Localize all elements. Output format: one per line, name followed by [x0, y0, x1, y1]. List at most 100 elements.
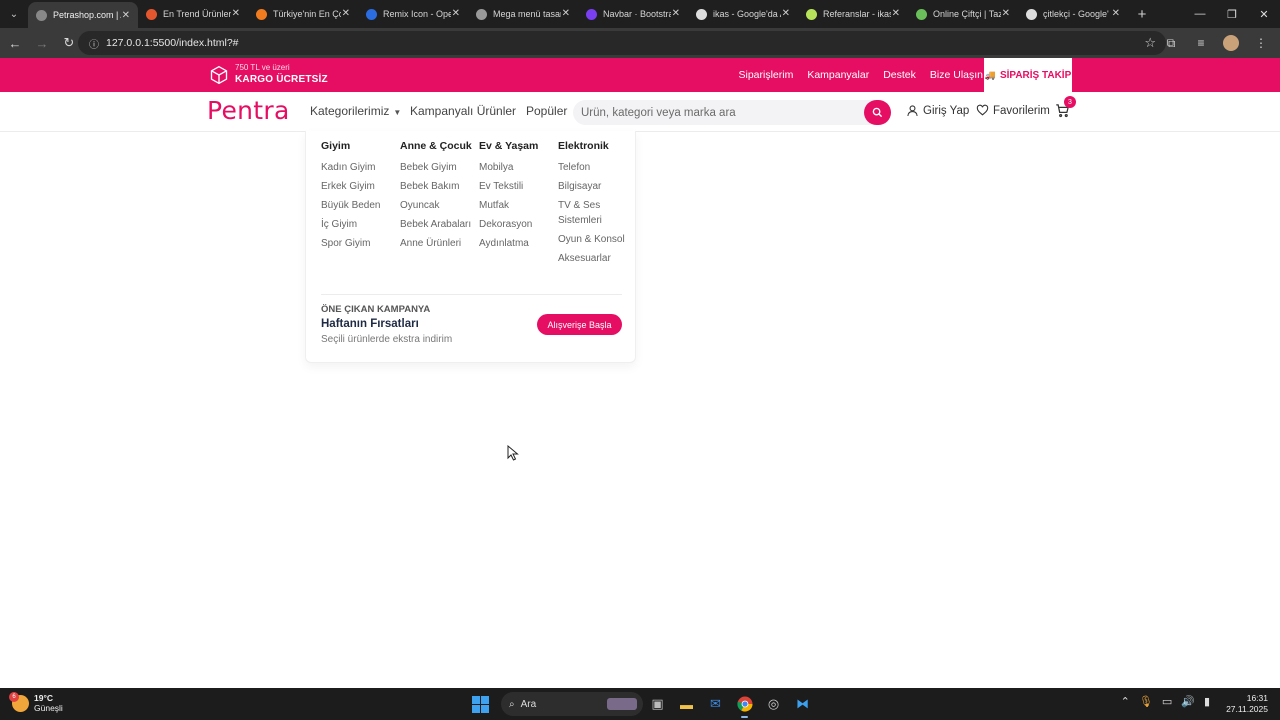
mega-menu-link[interactable]: Anne Ürünleri: [400, 236, 476, 251]
maximize-button[interactable]: ❐: [1216, 0, 1248, 28]
file-explorer-icon[interactable]: ▬: [672, 692, 701, 716]
favorites-link[interactable]: Favorilerim: [976, 104, 1050, 117]
temperature: 19°C: [34, 693, 53, 703]
browser-tab[interactable]: Türkiye'nin En Ço ✕: [248, 0, 358, 28]
mega-menu-link[interactable]: Büyük Beden: [321, 198, 397, 213]
shipping-threshold: 750 TL ve üzeri: [235, 63, 290, 72]
mega-menu-link[interactable]: Bilgisayar: [558, 179, 628, 194]
campaigns-link[interactable]: Kampanyalar: [807, 69, 869, 81]
new-tab-button[interactable]: +: [1128, 6, 1156, 23]
tab-favicon-icon: [256, 8, 267, 20]
taskbar-search-label: Ara: [520, 698, 537, 710]
search-input[interactable]: [573, 100, 853, 125]
mega-menu-link[interactable]: Aksesuarlar: [558, 251, 628, 266]
search-icon: ⌕: [509, 698, 515, 710]
weather-condition: Güneşli: [34, 703, 63, 713]
close-tab-icon[interactable]: ✕: [562, 8, 570, 19]
tab-title: Remix Icon - Ope: [383, 9, 451, 19]
mega-menu-link[interactable]: Dekorasyon: [479, 217, 555, 232]
close-tab-icon[interactable]: ✕: [232, 8, 240, 19]
browser-tab[interactable]: Referanslar - ikas ✕: [798, 0, 908, 28]
browser-tab[interactable]: Remix Icon - Ope ✕: [358, 0, 468, 28]
close-tab-icon[interactable]: ✕: [672, 8, 680, 19]
mega-menu-column-title[interactable]: Elektronik: [558, 141, 628, 152]
tab-favicon-icon: [916, 8, 927, 20]
site-info-icon[interactable]: ⓘ: [84, 36, 104, 51]
browser-tab[interactable]: ikas - Google'da A ✕: [688, 0, 798, 28]
mega-menu-link[interactable]: Oyun & Konsol: [558, 232, 628, 247]
site-logo[interactable]: Pentra: [207, 96, 290, 125]
vscode-icon[interactable]: ⧓: [788, 692, 817, 716]
mail-icon[interactable]: ✉: [701, 692, 730, 716]
minimize-button[interactable]: —: [1184, 0, 1216, 28]
tray-overflow-icon[interactable]: ⌃: [1121, 695, 1130, 708]
mega-menu-link[interactable]: Erkek Giyim: [321, 179, 397, 194]
mega-menu-link[interactable]: Bebek Arabaları: [400, 217, 476, 232]
windows-start-icon[interactable]: [472, 695, 489, 713]
tab-favicon-icon: [1026, 8, 1037, 20]
cart-button[interactable]: 3: [1055, 96, 1076, 123]
tab-search-button[interactable]: ⌄: [0, 0, 28, 28]
free-shipping-banner: 750 TL ve üzeri KARGO ÜCRETSİZ: [209, 63, 328, 86]
mega-menu-column-title[interactable]: Ev & Yaşam: [479, 141, 555, 152]
close-tab-icon[interactable]: ✕: [122, 10, 130, 21]
app-icon[interactable]: ◎: [759, 692, 788, 716]
order-tracking-button[interactable]: 🚚 SİPARİŞ TAKİP: [984, 58, 1072, 92]
mega-menu-column-title[interactable]: Giyim: [321, 141, 397, 152]
volume-icon[interactable]: 🔊: [1181, 695, 1195, 708]
mega-menu-link[interactable]: Oyuncak: [400, 198, 476, 213]
browser-tab[interactable]: Navbar · Bootstra ✕: [578, 0, 688, 28]
mega-menu-link[interactable]: İç Giyim: [321, 217, 397, 232]
close-tab-icon[interactable]: ✕: [892, 8, 900, 19]
categories-menu[interactable]: Kategorilerimiz ▼: [310, 104, 401, 118]
close-tab-icon[interactable]: ✕: [452, 8, 460, 19]
close-tab-icon[interactable]: ✕: [782, 8, 790, 19]
mega-menu-link[interactable]: Mobilya: [479, 160, 555, 175]
browser-tab[interactable]: Mega menü tasar ✕: [468, 0, 578, 28]
mega-menu-link[interactable]: Bebek Bakım: [400, 179, 476, 194]
close-tab-icon[interactable]: ✕: [1112, 8, 1120, 19]
microphone-icon[interactable]: 🎙: [1139, 695, 1153, 708]
browser-tab[interactable]: Petrashop.com | A ✕: [28, 2, 138, 28]
browser-tab[interactable]: çitlekçi - Google' ✕: [1018, 0, 1128, 28]
campaign-products-link[interactable]: Kampanyalı Ürünler: [410, 104, 516, 118]
mega-menu-link[interactable]: Bebek Giyim: [400, 160, 476, 175]
profile-avatar[interactable]: [1223, 35, 1239, 51]
login-link[interactable]: Giriş Yap: [906, 104, 969, 117]
mega-menu-link[interactable]: Ev Tekstili: [479, 179, 555, 194]
start-shopping-button[interactable]: Alışverişe Başla: [537, 314, 622, 335]
mega-menu-link[interactable]: TV & Ses Sistemleri: [558, 198, 628, 228]
search-button[interactable]: [864, 100, 891, 125]
close-tab-icon[interactable]: ✕: [1002, 8, 1010, 19]
mega-menu-link[interactable]: Spor Giyim: [321, 236, 397, 251]
popular-link[interactable]: Popüler: [526, 104, 567, 118]
address-bar[interactable]: ⓘ 127.0.0.1:5500/index.html?# ☆: [78, 31, 1166, 55]
browser-menu-icon[interactable]: ⋮: [1246, 31, 1276, 55]
browser-tab[interactable]: Online Çiftçi | Taz ✕: [908, 0, 1018, 28]
bookmark-star-icon[interactable]: ☆: [1144, 35, 1156, 51]
chrome-icon[interactable]: [730, 692, 759, 718]
contact-link[interactable]: Bize Ulaşın: [930, 69, 983, 81]
tab-title: çitlekçi - Google': [1043, 9, 1109, 19]
support-link[interactable]: Destek: [883, 69, 916, 81]
task-view-icon[interactable]: ▣: [643, 692, 672, 716]
browser-tab[interactable]: En Trend Ürünler ✕: [138, 0, 248, 28]
back-button[interactable]: ←: [3, 31, 27, 55]
battery-icon[interactable]: ▮: [1204, 695, 1210, 708]
weather-widget[interactable]: 6 19°C Güneşli: [9, 692, 63, 714]
system-clock[interactable]: 16:31 27.11.2025: [1226, 693, 1268, 715]
mega-menu-link[interactable]: Mutfak: [479, 198, 555, 213]
network-icon[interactable]: ▭: [1162, 695, 1172, 708]
mega-menu-link[interactable]: Aydınlatma: [479, 236, 555, 251]
media-control-icon[interactable]: ≡: [1186, 31, 1216, 55]
forward-button[interactable]: →: [30, 31, 54, 55]
mega-menu-link[interactable]: Telefon: [558, 160, 628, 175]
orders-link[interactable]: Siparişlerim: [738, 69, 793, 81]
taskbar-search[interactable]: ⌕ Ara: [501, 692, 643, 716]
mega-menu-column-title[interactable]: Anne & Çocuk: [400, 141, 476, 152]
extensions-icon[interactable]: ⧉: [1156, 31, 1186, 55]
close-window-button[interactable]: ✕: [1248, 0, 1280, 28]
mega-menu-link[interactable]: Kadın Giyim: [321, 160, 397, 175]
close-tab-icon[interactable]: ✕: [342, 8, 350, 19]
site-topbar: 750 TL ve üzeri KARGO ÜCRETSİZ Siparişle…: [0, 58, 1280, 92]
